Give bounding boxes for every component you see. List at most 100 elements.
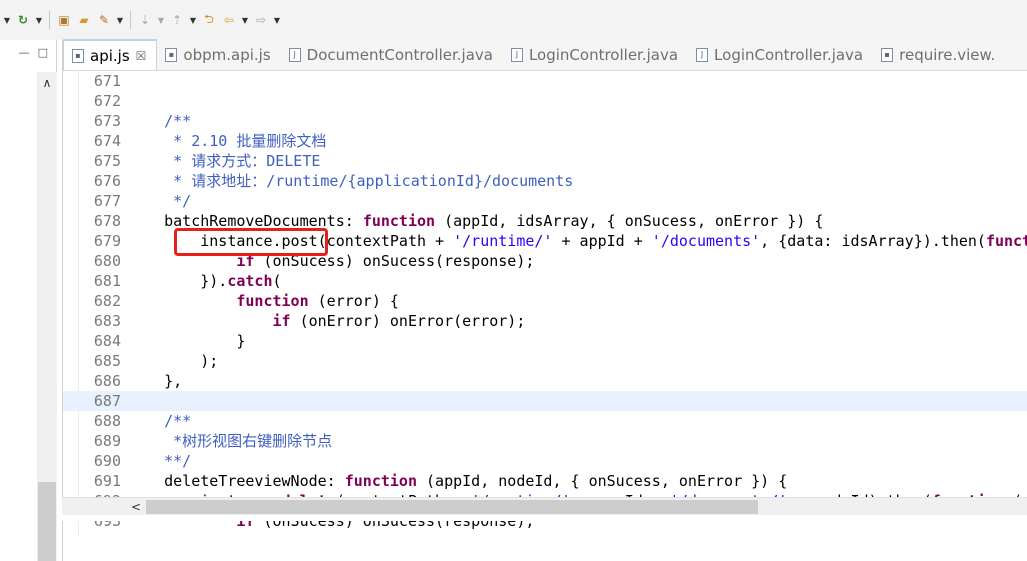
line-number: 691 bbox=[93, 472, 121, 490]
line-number: 672 bbox=[93, 92, 121, 110]
code-token: ( bbox=[272, 272, 282, 290]
line-number: 689 bbox=[93, 432, 121, 450]
vertical-scrollbar[interactable]: ∧ bbox=[37, 72, 57, 561]
code-token: } bbox=[128, 332, 246, 350]
folder-icon[interactable]: ▰ bbox=[75, 11, 93, 29]
close-icon[interactable]: ☒ bbox=[136, 49, 147, 63]
code-line[interactable]: 677 */ bbox=[63, 191, 1027, 211]
code-line[interactable]: 685 ); bbox=[63, 351, 1027, 371]
tab-obpm-api-js[interactable]: ▪ obpm.api.js bbox=[157, 39, 280, 70]
code-token: */ bbox=[128, 192, 192, 210]
code-line[interactable]: 687 bbox=[63, 391, 1027, 411]
js-file-icon: ▪ bbox=[72, 48, 84, 63]
code-text: *树形视图右键删除节点 bbox=[128, 431, 332, 451]
chevron-down-icon[interactable]: ▼ bbox=[156, 11, 166, 29]
annotation-next-icon[interactable]: ⇡ bbox=[168, 11, 186, 29]
code-token: * 请求方式：DELETE bbox=[128, 152, 321, 170]
panel-controls: — □ bbox=[0, 40, 56, 64]
code-line[interactable]: 674 * 2.10 批量删除文档 bbox=[63, 131, 1027, 151]
code-token: function bbox=[236, 292, 309, 310]
code-text: * 请求地址：/runtime/{applicationId}/document… bbox=[128, 171, 573, 191]
code-line[interactable]: 675 * 请求方式：DELETE bbox=[63, 151, 1027, 171]
open-icon[interactable]: ▣ bbox=[55, 11, 73, 29]
tab-login-controller[interactable]: J LoginController.java bbox=[503, 39, 688, 70]
code-line[interactable]: 689 *树形视图右键删除节点 bbox=[63, 431, 1027, 451]
code-token: (appId, nodeId, { onSucess, onError }) { bbox=[417, 472, 788, 490]
code-token: , {data: idsArray}).then( bbox=[760, 232, 986, 250]
dropdown-arrow-icon[interactable]: ▼ bbox=[2, 11, 12, 29]
scroll-up-icon[interactable]: ∧ bbox=[37, 72, 57, 94]
annotation-icon[interactable]: ⇣ bbox=[136, 11, 154, 29]
tab-document-controller[interactable]: J DocumentController.java bbox=[281, 39, 503, 70]
code-text: * 请求方式：DELETE bbox=[128, 151, 320, 171]
code-line[interactable]: 682 function (error) { bbox=[63, 291, 1027, 311]
code-text: } bbox=[128, 331, 245, 351]
code-text: **/ bbox=[128, 451, 191, 471]
tab-label: LoginController.java bbox=[714, 45, 864, 64]
code-token: /** bbox=[128, 112, 192, 130]
code-token: *树形视图右键删除节点 bbox=[128, 432, 333, 450]
maximize-icon[interactable]: □ bbox=[38, 46, 48, 59]
tab-api-js[interactable]: ▪ api.js ☒ bbox=[63, 39, 158, 70]
code-line[interactable]: 690 **/ bbox=[63, 451, 1027, 471]
tab-login-controller-2[interactable]: J LoginController.java bbox=[688, 39, 873, 70]
code-line[interactable]: 686 }, bbox=[63, 371, 1027, 391]
nav-back-icon[interactable]: ⇦ bbox=[220, 11, 238, 29]
code-token: catch bbox=[227, 272, 273, 290]
line-number: 677 bbox=[93, 192, 121, 210]
java-file-icon: J bbox=[288, 47, 301, 62]
tab-label: api.js bbox=[90, 46, 130, 65]
line-number: 671 bbox=[93, 72, 121, 90]
js-file-icon: ▪ bbox=[881, 47, 894, 62]
code-line[interactable]: 688 /** bbox=[63, 411, 1027, 431]
code-text: */ bbox=[128, 191, 191, 211]
code-token: (appId, idsArray, { onSucess, onError })… bbox=[435, 212, 824, 230]
line-number: 680 bbox=[93, 252, 121, 270]
code-text: if (onError) onError(error); bbox=[128, 311, 526, 331]
back-icon[interactable]: ⮌ bbox=[200, 11, 218, 29]
js-file-icon: ▪ bbox=[165, 47, 178, 62]
run-icon[interactable]: ↻ bbox=[14, 11, 32, 29]
chevron-down-icon[interactable]: ▼ bbox=[188, 11, 198, 29]
forward-icon[interactable]: ⇨ bbox=[252, 11, 270, 29]
chevron-down-icon[interactable]: ▼ bbox=[240, 11, 250, 29]
line-number: 683 bbox=[93, 312, 121, 330]
chevron-down-icon[interactable]: ▼ bbox=[34, 11, 44, 29]
tab-label: obpm.api.js bbox=[183, 45, 271, 64]
code-text: * 2.10 批量删除文档 bbox=[128, 131, 326, 151]
horizontal-scrollbar[interactable]: < bbox=[62, 497, 1027, 515]
code-line[interactable]: 676 * 请求地址：/runtime/{applicationId}/docu… bbox=[63, 171, 1027, 191]
code-line[interactable]: 684 } bbox=[63, 331, 1027, 351]
code-line[interactable]: 683 if (onError) onError(error); bbox=[63, 311, 1027, 331]
code-line[interactable]: 681 }).catch( bbox=[63, 271, 1027, 291]
line-number: 673 bbox=[93, 112, 121, 130]
toolbar-separator bbox=[49, 11, 50, 29]
scroll-left-icon[interactable]: < bbox=[128, 498, 144, 516]
code-token: function bbox=[985, 232, 1027, 250]
code-token: * 请求地址：/runtime/{applicationId}/document… bbox=[128, 172, 574, 190]
code-token: function bbox=[362, 212, 436, 230]
code-line[interactable]: 671 bbox=[63, 71, 1027, 91]
tab-label: DocumentController.java bbox=[306, 45, 493, 64]
tab-require-view[interactable]: ▪ require.view. bbox=[873, 39, 1005, 70]
scrollbar-thumb[interactable] bbox=[146, 500, 758, 514]
code-token: * 2.10 批量删除文档 bbox=[128, 132, 327, 150]
red-highlight-box bbox=[174, 228, 328, 256]
line-number: 685 bbox=[93, 352, 121, 370]
code-token: /** bbox=[128, 412, 192, 430]
code-text-area[interactable]: 671 672 673 /** 674 * 2.10 批量删除文档 675 * 请求方式… bbox=[63, 71, 1027, 537]
minimize-icon[interactable]: — bbox=[19, 46, 30, 59]
code-token: '/runtime/' bbox=[453, 232, 553, 250]
code-line[interactable]: 673 /** bbox=[63, 111, 1027, 131]
line-number: 681 bbox=[93, 272, 121, 290]
code-line[interactable]: 672 bbox=[63, 91, 1027, 111]
java-file-icon: J bbox=[696, 47, 709, 62]
chevron-down-icon[interactable]: ▼ bbox=[115, 11, 125, 29]
code-line[interactable]: 691 deleteTreeviewNode: function (appId,… bbox=[63, 471, 1027, 491]
wrench-icon[interactable]: ✎ bbox=[95, 11, 113, 29]
tab-label: require.view. bbox=[899, 45, 996, 64]
chevron-down-icon[interactable]: ▼ bbox=[272, 11, 282, 29]
scrollbar-thumb[interactable] bbox=[38, 482, 56, 561]
